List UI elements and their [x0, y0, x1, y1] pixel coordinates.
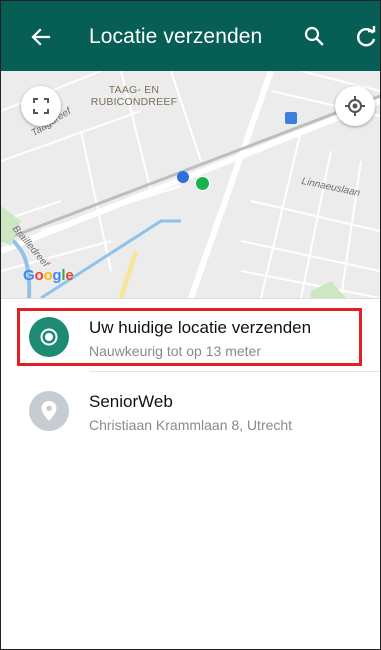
place-title: SeniorWeb	[89, 392, 173, 411]
selected-location-dot	[195, 176, 210, 191]
send-current-location-item[interactable]: Uw huidige locatie verzenden Nauwkeurig …	[1, 304, 380, 370]
place-pin-icon	[29, 391, 69, 431]
my-location-icon	[345, 96, 365, 116]
bus-stop-icon	[285, 112, 297, 124]
app-bar: Locatie verzenden	[1, 1, 380, 71]
refresh-icon	[357, 26, 376, 47]
area-label-line1: TAAG- EN	[108, 84, 160, 96]
screen: Locatie verzenden TAAG- EN RUBICONDREEF …	[0, 0, 381, 650]
place-item-seniorweb[interactable]: SeniorWeb Christiaan Krammlaan 8, Utrech…	[1, 378, 380, 444]
map-view[interactable]: TAAG- EN RUBICONDREEF Taagdreef Linnaeus…	[1, 71, 380, 298]
area-label-line2: RUBICONDREEF	[90, 96, 178, 108]
place-address: Christiaan Krammlaan 8, Utrecht	[89, 417, 293, 433]
page-title: Locatie verzenden	[89, 25, 263, 48]
my-location-button[interactable]	[335, 86, 375, 126]
fullscreen-icon	[33, 98, 49, 114]
google-logo: Google	[23, 267, 74, 284]
current-location-accuracy: Nauwkeurig tot op 13 meter	[89, 343, 261, 359]
arrow-left-icon	[31, 28, 51, 46]
current-location-title: Uw huidige locatie verzenden	[89, 318, 312, 337]
fullscreen-button[interactable]	[21, 86, 61, 126]
area-label: TAAG- EN RUBICONDREEF	[79, 84, 189, 108]
row-divider	[89, 371, 380, 372]
search-button[interactable]	[303, 25, 329, 51]
map-divider	[1, 298, 380, 299]
my-position-dot	[177, 171, 189, 183]
back-button[interactable]	[27, 23, 55, 51]
refresh-button[interactable]	[353, 24, 380, 52]
current-location-icon	[29, 317, 69, 357]
search-icon	[304, 26, 324, 46]
